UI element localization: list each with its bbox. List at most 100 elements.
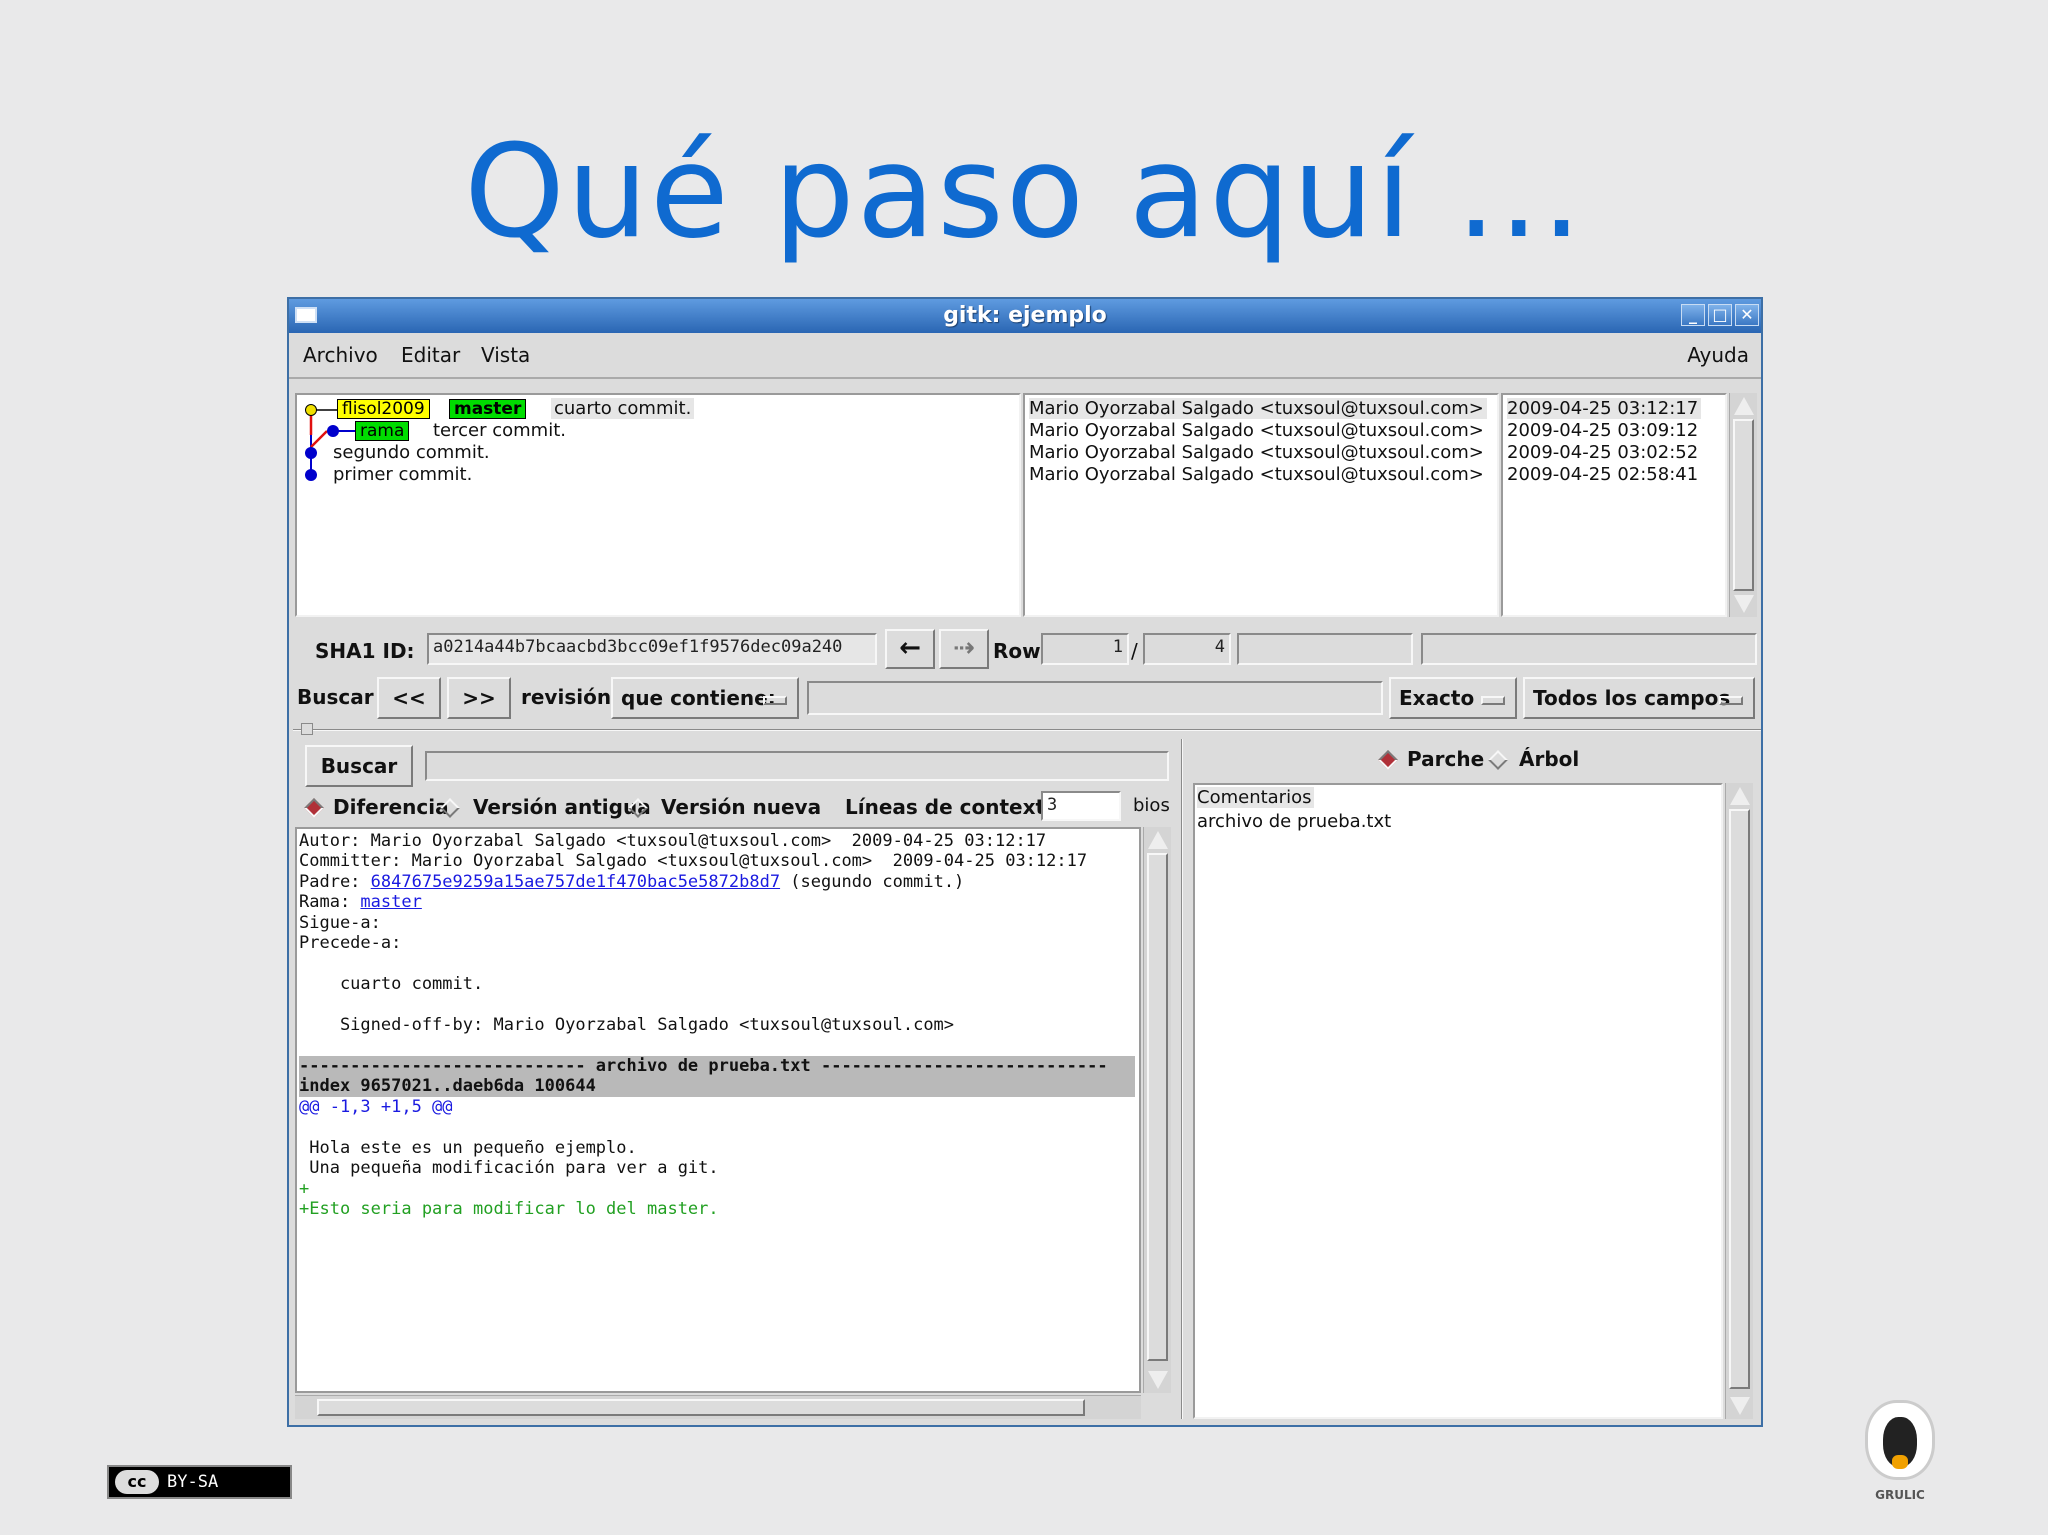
find-prev-button[interactable]: << — [377, 677, 441, 719]
hunk-header: @@ -1,3 +1,5 @@ — [299, 1097, 453, 1117]
search-input[interactable] — [425, 751, 1169, 781]
row-total-field: 4 — [1143, 633, 1231, 665]
commit-node[interactable] — [305, 447, 317, 459]
diff-view[interactable]: Autor: Mario Oyorzabal Salgado <tuxsoul@… — [295, 827, 1141, 1393]
commit-message-body: cuarto commit. — [299, 974, 484, 994]
file-list-scrollbar[interactable] — [1725, 783, 1753, 1419]
scroll-up-icon[interactable] — [1729, 787, 1750, 805]
commit-message[interactable]: segundo commit. — [333, 442, 490, 463]
row-label: Row — [993, 639, 1041, 663]
author-pane[interactable]: Mario Oyorzabal Salgado <tuxsoul@tuxsoul… — [1023, 393, 1499, 617]
menu-bar: Archivo Editar Vista Ayuda — [289, 333, 1761, 379]
sash-handle[interactable] — [301, 723, 313, 735]
file-list-item[interactable]: Comentarios — [1197, 787, 1315, 808]
find-input[interactable] — [807, 681, 1383, 715]
commit-node[interactable] — [327, 425, 339, 437]
signoff-line: Signed-off-by: Mario Oyorzabal Salgado <… — [299, 1015, 955, 1035]
diff-follows-line: Sigue-a: — [299, 913, 381, 933]
date-pane[interactable]: 2009-04-25 03:12:17 2009-04-25 03:09:12 … — [1501, 393, 1727, 617]
sha1-field[interactable]: a0214a44b7bcaacbd3bcc09ef1f9576dec09a240 — [427, 633, 877, 665]
scroll-down-icon[interactable] — [1147, 1371, 1168, 1389]
search-button[interactable]: Buscar — [305, 745, 413, 787]
author-cell[interactable]: Mario Oyorzabal Salgado <tuxsoul@tuxsoul… — [1029, 464, 1484, 485]
progress-field — [1237, 633, 1413, 665]
status-field — [1421, 633, 1757, 665]
author-cell[interactable]: Mario Oyorzabal Salgado <tuxsoul@tuxsoul… — [1029, 398, 1487, 419]
new-version-label[interactable]: Versión nueva — [661, 795, 821, 819]
parent-message: (segundo commit.) — [780, 872, 965, 892]
parent-hash-link[interactable]: 6847675e9259a15ae757de1f470bac5e5872b8d7 — [371, 872, 780, 892]
date-cell[interactable]: 2009-04-25 02:58:41 — [1507, 464, 1698, 485]
parent-label: Padre: — [299, 872, 371, 892]
commit-list-scrollbar[interactable] — [1729, 393, 1757, 617]
scroll-up-icon[interactable] — [1733, 397, 1754, 415]
menu-editar[interactable]: Editar — [401, 343, 460, 367]
find-mode-dropdown[interactable]: que contiene: — [611, 677, 799, 719]
menu-archivo[interactable]: Archivo — [303, 343, 378, 367]
sha1-label: SHA1 ID: — [315, 639, 415, 663]
commit-graph-pane[interactable]: flisol2009 master cuarto commit. rama te… — [295, 393, 1021, 617]
window-title: gitk: ejemplo — [943, 303, 1107, 328]
radio-patch[interactable] — [1378, 750, 1398, 770]
penguin-beak — [1892, 1455, 1908, 1469]
diff-author-line: Autor: Mario Oyorzabal Salgado <tuxsoul@… — [299, 831, 1047, 851]
commit-message-selected[interactable]: cuarto commit. — [551, 398, 695, 419]
maximize-button[interactable]: □ — [1708, 304, 1732, 326]
license-text: BY-SA — [167, 1472, 219, 1492]
tree-label[interactable]: Árbol — [1519, 747, 1579, 771]
file-list-item[interactable]: archivo de prueba.txt — [1197, 811, 1391, 832]
added-line: +Esto seria para modificar lo del master… — [299, 1199, 719, 1219]
diff-vertical-scrollbar[interactable] — [1143, 827, 1171, 1393]
find-label: Buscar — [297, 685, 374, 709]
old-version-label[interactable]: Versión antigua — [473, 795, 651, 819]
patch-label[interactable]: Parche — [1407, 747, 1484, 771]
minimize-button[interactable]: _ — [1681, 304, 1705, 326]
find-next-button[interactable]: >> — [447, 677, 511, 719]
diff-horizontal-scrollbar[interactable] — [295, 1395, 1141, 1419]
added-line: + — [299, 1179, 310, 1199]
commit-node[interactable] — [305, 404, 317, 416]
back-button[interactable]: ← — [885, 629, 935, 669]
branch-rama[interactable]: rama — [355, 421, 410, 441]
pane-divider[interactable] — [293, 729, 1761, 731]
row-separator: / — [1131, 639, 1138, 663]
menu-ayuda[interactable]: Ayuda — [1687, 343, 1749, 367]
radio-tree[interactable] — [1488, 750, 1508, 770]
cc-license-badge: cc BY-SA — [107, 1465, 292, 1499]
scroll-thumb[interactable] — [317, 1399, 1085, 1416]
date-cell[interactable]: 2009-04-25 03:12:17 — [1507, 398, 1702, 419]
author-cell[interactable]: Mario Oyorzabal Salgado <tuxsoul@tuxsoul… — [1029, 442, 1484, 463]
context-lines-spinbox[interactable]: 3 — [1041, 791, 1121, 821]
scroll-thumb[interactable] — [1729, 809, 1750, 1389]
date-cell[interactable]: 2009-04-25 03:02:52 — [1507, 442, 1698, 463]
radio-diff[interactable] — [304, 798, 324, 818]
scroll-down-icon[interactable] — [1733, 595, 1754, 613]
diff-option-label[interactable]: Diferencia — [333, 795, 449, 819]
row-current-field[interactable]: 1 — [1041, 633, 1129, 665]
branch-link[interactable]: master — [360, 892, 421, 912]
scroll-thumb[interactable] — [1147, 853, 1168, 1361]
gitk-window: gitk: ejemplo _ □ ✕ Archivo Editar Vista… — [287, 297, 1763, 1427]
file-list-pane[interactable]: Comentarios archivo de prueba.txt — [1193, 783, 1723, 1419]
cc-icon: cc — [115, 1470, 159, 1494]
vertical-sash[interactable] — [1181, 739, 1183, 1419]
commit-node[interactable] — [305, 469, 317, 481]
fields-dropdown[interactable]: Todos los campos — [1523, 677, 1755, 719]
menu-vista[interactable]: Vista — [481, 343, 530, 367]
branch-master[interactable]: master — [449, 399, 527, 419]
close-button[interactable]: ✕ — [1735, 304, 1759, 326]
tag-flisol2009[interactable]: flisol2009 — [337, 399, 430, 419]
scroll-thumb[interactable] — [1733, 419, 1754, 591]
commit-message[interactable]: primer commit. — [333, 464, 472, 485]
match-dropdown[interactable]: Exacto — [1389, 677, 1517, 719]
title-bar[interactable]: gitk: ejemplo _ □ ✕ — [289, 299, 1761, 333]
forward-button[interactable]: ⇢ — [939, 629, 989, 669]
ignore-spaces-label[interactable]: bios — [1133, 795, 1170, 816]
scroll-up-icon[interactable] — [1147, 831, 1168, 849]
diff-precedes-line: Precede-a: — [299, 933, 402, 953]
date-cell[interactable]: 2009-04-25 03:09:12 — [1507, 420, 1698, 441]
author-cell[interactable]: Mario Oyorzabal Salgado <tuxsoul@tuxsoul… — [1029, 420, 1484, 441]
commit-message[interactable]: tercer commit. — [433, 420, 566, 441]
context-line: Hola este es un pequeño ejemplo. — [299, 1138, 637, 1158]
scroll-down-icon[interactable] — [1729, 1397, 1750, 1415]
